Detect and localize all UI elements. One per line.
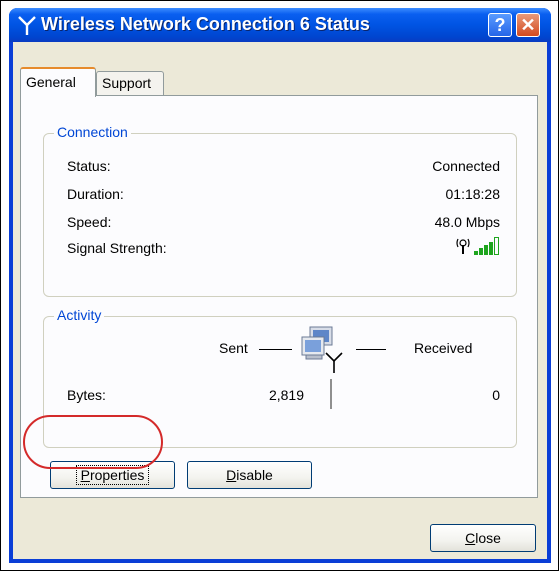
speed-label: Speed: (67, 214, 112, 230)
received-line (356, 349, 386, 350)
duration-value: 01:18:28 (445, 186, 501, 202)
status-label: Status: (67, 158, 111, 174)
properties-accelerator: P (80, 467, 90, 483)
connection-legend: Connection (54, 124, 131, 140)
sent-line (259, 349, 292, 350)
bytes-label: Bytes: (67, 387, 106, 403)
title-bar[interactable]: Wireless Network Connection 6 Status ? ✕ (9, 8, 551, 42)
status-dialog: Wireless Network Connection 6 Status ? ✕… (9, 8, 551, 563)
sent-label: Sent (219, 340, 248, 356)
disable-accelerator: D (226, 467, 237, 483)
signal-bar (484, 245, 488, 255)
disable-label: isable (236, 467, 273, 483)
close-label: lose (475, 530, 501, 546)
activity-legend: Activity (54, 307, 105, 323)
tab-support[interactable]: Support (96, 71, 164, 95)
signal-bars (474, 237, 500, 255)
close-accelerator: C (465, 530, 476, 546)
received-label: Received (414, 340, 473, 356)
properties-label: roperties (89, 467, 145, 483)
signal-bar (474, 251, 478, 255)
speed-value: 48.0 Mbps (434, 214, 500, 230)
wireless-antenna-icon (18, 16, 36, 35)
duration-label: Duration: (67, 186, 124, 202)
signal-bar (489, 242, 493, 255)
antenna-signal-icon (456, 238, 470, 254)
highlight-annotation-ring (23, 415, 163, 469)
status-value: Connected (432, 158, 500, 174)
connection-group: Connection Status: Connected Duration: 0… (43, 124, 517, 297)
signal-bar (494, 237, 499, 255)
help-button[interactable]: ? (488, 13, 512, 37)
signal-strength-label: Signal Strength: (67, 240, 167, 256)
signal-bar (479, 248, 483, 255)
bytes-sent-value: 2,819 (268, 387, 304, 403)
bytes-received-value: 0 (492, 387, 500, 403)
screenshot-frame: Wireless Network Connection 6 Status ? ✕… (0, 0, 559, 571)
dialog-body: General Support Connection Status: Conne… (13, 42, 547, 559)
disable-button[interactable]: Disable (187, 461, 312, 489)
close-button[interactable]: Close (430, 524, 536, 552)
bytes-divider (330, 379, 332, 409)
network-computers-icon (301, 326, 343, 373)
tab-general[interactable]: General (20, 67, 96, 97)
signal-strength-meter (456, 237, 500, 255)
title-close-button[interactable]: ✕ (516, 13, 540, 37)
window-title: Wireless Network Connection 6 Status (41, 14, 370, 34)
